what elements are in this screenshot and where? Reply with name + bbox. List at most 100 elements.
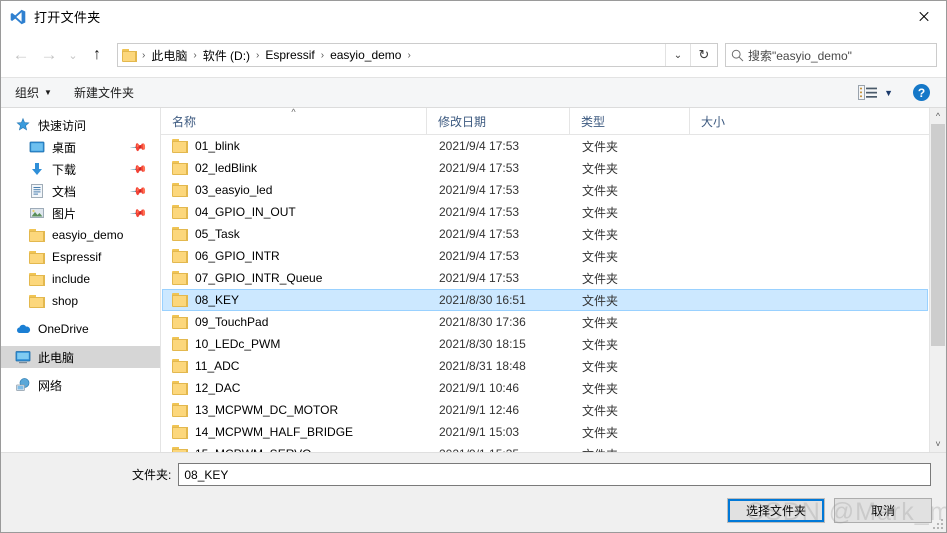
scrollbar-thumb[interactable] <box>931 124 945 346</box>
column-header-label: 大小 <box>701 114 726 129</box>
folder-icon <box>172 381 188 395</box>
file-date-cell: 2021/8/30 16:51 <box>439 293 526 307</box>
sidebar-item-network[interactable]: 网络 <box>1 374 160 396</box>
scrollbar-track[interactable] <box>930 124 946 436</box>
address-bar[interactable]: › 此电脑 › 软件 (D:) › Espressif › easyio_dem… <box>117 43 718 67</box>
column-header-type[interactable]: 类型 <box>569 108 689 134</box>
chevron-down-icon: ⌄ <box>673 49 683 61</box>
sidebar-item-documents[interactable]: 文档 📌 <box>1 180 160 202</box>
column-header-date[interactable]: 修改日期 <box>426 108 569 134</box>
network-icon <box>15 377 31 393</box>
file-type-cell: 文件夹 <box>582 227 619 242</box>
close-button[interactable] <box>900 1 946 31</box>
pin-icon[interactable]: 📌 <box>130 204 149 222</box>
file-date-cell: 2021/9/4 17:53 <box>439 271 520 285</box>
column-header-size[interactable]: 大小 <box>689 108 767 134</box>
table-row[interactable]: 15_MCPWM_SERVO2021/9/1 15:35文件夹 <box>162 443 928 452</box>
resize-grip[interactable] <box>933 519 943 529</box>
file-date-cell: 2021/9/4 17:53 <box>439 205 520 219</box>
pin-icon[interactable]: 📌 <box>130 160 149 178</box>
list-view-icon[interactable] <box>858 85 878 100</box>
sidebar-item-label: include <box>52 272 91 286</box>
sidebar-item-quick-access[interactable]: 快速访问 <box>1 114 160 136</box>
sidebar-item-onedrive[interactable]: OneDrive <box>1 318 160 340</box>
new-folder-button[interactable]: 新建文件夹 <box>74 84 134 101</box>
breadcrumb-item-2[interactable]: Espressif <box>262 46 317 64</box>
toolbar-right-group: ▼ ? <box>858 84 938 101</box>
file-name-cell: 08_KEY <box>163 293 428 307</box>
table-row[interactable]: 14_MCPWM_HALF_BRIDGE 2021/9/1 15:03 文件夹 <box>162 421 928 443</box>
title-bar: 打开文件夹 <box>1 1 946 33</box>
table-row[interactable]: 03_easyio_led 2021/9/4 17:53 文件夹 <box>162 179 928 201</box>
organize-button[interactable]: 组织 ▼ <box>15 84 52 101</box>
folder-icon <box>172 271 188 285</box>
sidebar-item-desktop[interactable]: 桌面 📌 <box>1 136 160 158</box>
address-dropdown-button[interactable]: ⌄ <box>665 44 690 66</box>
select-folder-button[interactable]: 选择文件夹 <box>727 498 825 523</box>
table-row[interactable]: 12_DAC 2021/9/1 10:46 文件夹 <box>162 377 928 399</box>
folder-icon <box>29 294 45 308</box>
folder-name-label: 文件夹: <box>132 468 172 482</box>
file-date-cell: 2021/9/4 17:53 <box>439 227 520 241</box>
vertical-scrollbar[interactable]: ^ ˅ <box>929 108 946 452</box>
sidebar-item-easyio-demo[interactable]: easyio_demo <box>1 224 160 246</box>
sort-ascending-icon: ^ <box>291 107 296 117</box>
pin-icon[interactable]: 📌 <box>130 138 149 156</box>
file-type-cell: 文件夹 <box>582 403 619 418</box>
table-row[interactable]: 02_ledBlink 2021/9/4 17:53 文件夹 <box>162 157 928 179</box>
scroll-up-button[interactable]: ^ <box>930 108 946 124</box>
scroll-down-button[interactable]: ˅ <box>930 436 946 452</box>
folder-icon <box>172 403 188 417</box>
view-options-caret-icon[interactable]: ▼ <box>884 88 893 98</box>
table-row[interactable]: 11_ADC 2021/8/31 18:48 文件夹 <box>162 355 928 377</box>
file-name-cell: 09_TouchPad <box>163 315 428 329</box>
sidebar-item-pictures[interactable]: 图片 📌 <box>1 202 160 224</box>
file-type-cell: 文件夹 <box>582 205 619 220</box>
breadcrumb-separator: › <box>193 49 197 61</box>
file-name-cell: 06_GPIO_INTR <box>163 249 428 263</box>
navigation-bar: ← → ⌄ ↑ › 此电脑 › 软件 (D:) › Espressif › ea… <box>1 33 946 77</box>
breadcrumb-separator: › <box>142 49 146 61</box>
sidebar-item-include[interactable]: include <box>1 268 160 290</box>
table-row[interactable]: 07_GPIO_INTR_Queue 2021/9/4 17:53 文件夹 <box>162 267 928 289</box>
table-row[interactable]: 10_LEDc_PWM 2021/8/30 18:15 文件夹 <box>162 333 928 355</box>
sidebar-item-this-pc[interactable]: 此电脑 <box>1 346 160 368</box>
search-icon <box>726 49 748 62</box>
pin-icon[interactable]: 📌 <box>130 182 149 200</box>
folder-icon <box>172 337 188 351</box>
open-folder-dialog: 打开文件夹 ← → ⌄ ↑ › 此电脑 › 软件 (D:) › Espressi… <box>0 0 947 533</box>
table-row[interactable]: 08_KEY 2021/8/30 16:51 文件夹 <box>162 289 928 311</box>
computer-icon <box>15 349 31 365</box>
breadcrumb-item-0[interactable]: 此电脑 <box>148 45 190 66</box>
folder-name-field-group: 文件夹: 08_KEY <box>132 463 932 486</box>
cancel-button[interactable]: 取消 <box>834 498 932 523</box>
file-type-cell: 文件夹 <box>582 271 619 286</box>
table-row[interactable]: 13_MCPWM_DC_MOTOR 2021/9/1 12:46 文件夹 <box>162 399 928 421</box>
folder-name-input[interactable]: 08_KEY <box>178 463 932 486</box>
table-row[interactable]: 01_blink 2021/9/4 17:53 文件夹 <box>162 135 928 157</box>
sidebar-item-label: shop <box>52 294 79 308</box>
table-row[interactable]: 09_TouchPad 2021/8/30 17:36 文件夹 <box>162 311 928 333</box>
sidebar-item-shop[interactable]: shop <box>1 290 160 312</box>
table-row[interactable]: 04_GPIO_IN_OUT 2021/9/4 17:53 文件夹 <box>162 201 928 223</box>
search-placeholder: 搜索"easyio_demo" <box>748 48 852 63</box>
back-button[interactable]: ← <box>7 41 35 69</box>
file-name-label: 07_GPIO_INTR_Queue <box>195 271 323 285</box>
help-icon[interactable]: ? <box>913 84 930 101</box>
refresh-button[interactable]: ↻ <box>690 44 717 66</box>
search-input[interactable]: 搜索"easyio_demo" <box>725 43 937 67</box>
file-date-cell: 2021/8/31 18:48 <box>439 359 526 373</box>
file-date-cell: 2021/9/1 10:46 <box>439 381 520 395</box>
sidebar-item-espressif[interactable]: Espressif <box>1 246 160 268</box>
table-row[interactable]: 06_GPIO_INTR 2021/9/4 17:53 文件夹 <box>162 245 928 267</box>
breadcrumb-separator: › <box>320 49 325 61</box>
forward-button[interactable]: → <box>35 41 63 69</box>
sidebar-item-label: 此电脑 <box>38 350 75 365</box>
breadcrumb-item-1[interactable]: 软件 (D:) <box>200 45 253 66</box>
breadcrumb-item-3[interactable]: easyio_demo <box>327 46 404 64</box>
column-header-name[interactable]: ^ 名称 <box>161 108 426 134</box>
up-button[interactable]: ↑ <box>83 41 111 69</box>
table-row[interactable]: 05_Task 2021/9/4 17:53 文件夹 <box>162 223 928 245</box>
sidebar-item-downloads[interactable]: 下载 📌 <box>1 158 160 180</box>
recent-locations-button[interactable]: ⌄ <box>63 41 83 69</box>
